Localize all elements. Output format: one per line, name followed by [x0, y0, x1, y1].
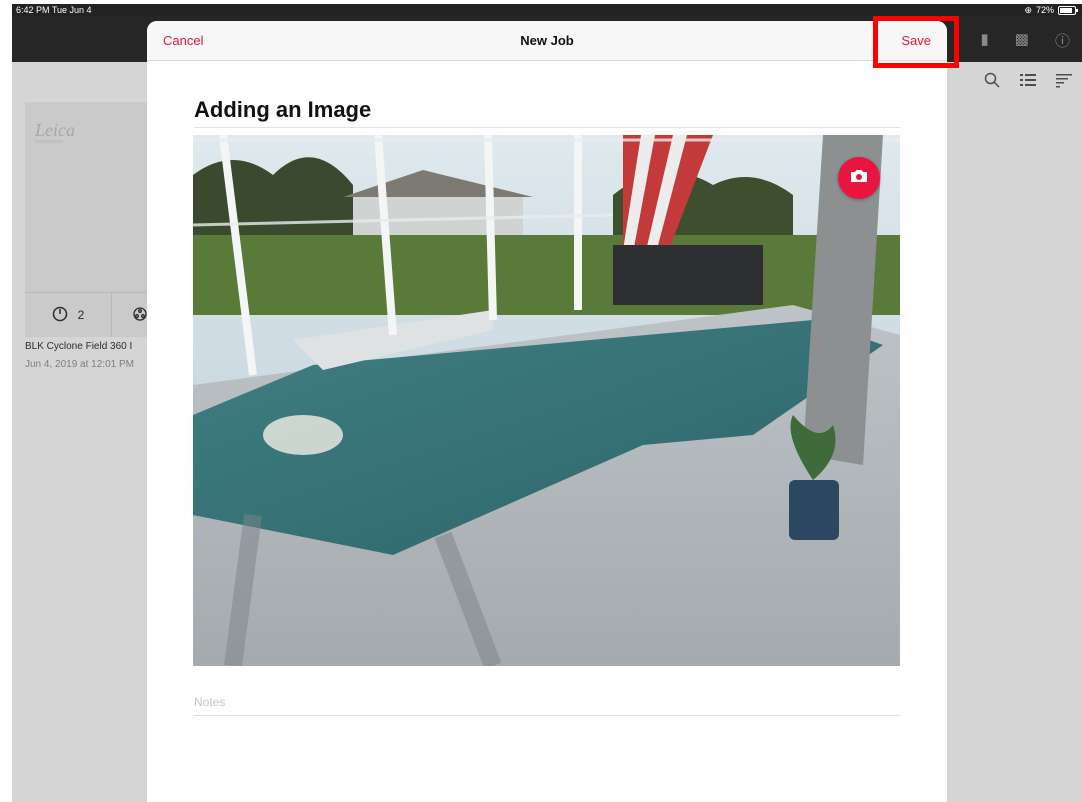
job-card[interactable]: Leica Geosystems 2 [25, 102, 165, 337]
scanner-icon[interactable]: ▩ [1015, 30, 1029, 51]
modal-header: Cancel New Job Save [147, 21, 947, 61]
page-heading: Adding an Image [194, 97, 372, 122]
job-date: Jun 4, 2019 at 12:01 PM [25, 359, 134, 370]
heading-divider [194, 127, 900, 128]
setups-count-value: 2 [77, 308, 85, 322]
camera-button[interactable] [838, 157, 880, 199]
battery-percent: 72% [1035, 5, 1054, 15]
notes-field[interactable]: Notes [194, 695, 225, 709]
save-highlight-annotation [873, 16, 959, 68]
sort-icon[interactable] [1056, 72, 1072, 93]
leica-logo: Leica [35, 120, 75, 140]
info-icon[interactable]: ⓘ [1055, 30, 1070, 51]
gauge-icon [52, 306, 68, 325]
search-icon[interactable] [984, 72, 1000, 93]
job-meta: 2 [25, 292, 165, 337]
modal-title: New Job [520, 33, 574, 48]
list-toolbar [984, 72, 1072, 93]
notes-divider [194, 715, 900, 716]
network-icon [132, 306, 148, 325]
device-icon[interactable]: ▮ [981, 30, 989, 51]
status-right: ⊕ 72% [1024, 4, 1078, 16]
new-job-modal: Cancel New Job Save Adding an Image Note… [147, 21, 947, 802]
status-time: 6:42 PM Tue Jun 4 [16, 5, 92, 15]
list-icon[interactable] [1020, 72, 1036, 93]
leica-logo-subtext: Geosystems [35, 139, 63, 145]
status-bar: 6:42 PM Tue Jun 4 ⊕ 72% [12, 4, 1082, 16]
location-icon: ⊕ [1024, 5, 1032, 15]
job-title: BLK Cyclone Field 360 I [25, 341, 133, 352]
setups-count: 2 [25, 293, 112, 337]
camera-icon [850, 169, 868, 188]
battery-icon [1058, 5, 1078, 15]
job-image[interactable] [193, 135, 900, 666]
job-thumbnail: Leica Geosystems [25, 102, 165, 292]
